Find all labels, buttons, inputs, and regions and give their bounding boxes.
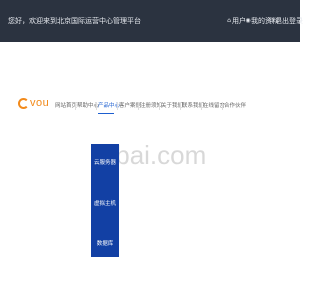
welcome-text: 您好，欢迎来到北京国际运营中心管理平台 [8,17,141,25]
logo-text: vou [30,97,50,109]
dropdown-item-database[interactable]: 数据库 [91,236,119,252]
top-bar: 您好，欢迎来到北京国际运营中心管理平台 ⌂ 用户 ◉ 我的资料 ⏻ 退出登录 [0,0,303,42]
nav-divider [201,102,202,110]
nav-divider [222,102,223,110]
nav-divider [117,102,118,110]
active-nav-underline [98,113,114,114]
logout-icon[interactable]: ⏻ [268,17,274,25]
logo-mark-icon [18,98,29,109]
nav-divider [159,102,160,110]
nav-divider [75,102,76,110]
nav-divider [96,102,97,110]
dropdown-item-virtual-host[interactable]: 虚拟主机 [91,196,119,212]
logout-link[interactable]: 退出登录 [275,16,303,26]
products-dropdown-menu: 云服务器 虚拟主机 数据库 [91,144,119,257]
nav-divider [138,102,139,110]
nav-item-home[interactable]: 网站首页 [55,102,77,110]
nav-item-partners[interactable]: 合作伙伴 [224,102,246,110]
dropdown-item-cloud-server[interactable]: 云服务器 [91,155,119,171]
user-link[interactable]: 用户 [232,16,246,26]
nav-divider [180,102,181,110]
